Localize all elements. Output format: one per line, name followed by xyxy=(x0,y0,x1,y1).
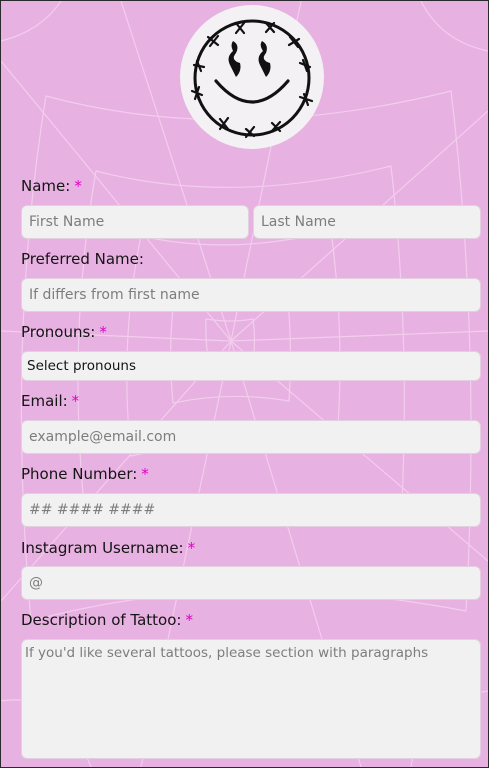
first-name-input[interactable]: First Name xyxy=(21,205,249,239)
required-marker: * xyxy=(74,177,82,195)
phone-input[interactable]: ## #### #### xyxy=(21,493,481,527)
description-label: Description of Tattoo: * xyxy=(21,611,193,629)
description-textarea[interactable]: If you'd like several tattoos, please se… xyxy=(21,639,481,759)
required-marker: * xyxy=(185,611,193,629)
logo xyxy=(180,5,324,149)
name-label: Name: * xyxy=(21,177,82,195)
preferred-name-input[interactable]: If differs from first name xyxy=(21,278,481,312)
phone-label: Phone Number: * xyxy=(21,465,149,483)
preferred-name-label: Preferred Name: xyxy=(21,250,144,268)
pronouns-label: Pronouns: * xyxy=(21,323,107,341)
required-marker: * xyxy=(141,465,149,483)
instagram-label: Instagram Username: * xyxy=(21,539,196,557)
booking-form-page: Name: * First Name Last Name Preferred Na… xyxy=(0,0,489,768)
last-name-input[interactable]: Last Name xyxy=(253,205,481,239)
email-input[interactable]: example@email.com xyxy=(21,420,481,454)
email-label: Email: * xyxy=(21,392,80,410)
required-marker: * xyxy=(187,539,196,557)
smiley-barbed-wire-icon xyxy=(190,19,314,139)
instagram-input[interactable]: @ xyxy=(21,566,481,600)
required-marker: * xyxy=(71,392,80,410)
pronouns-select[interactable]: Select pronouns xyxy=(21,351,481,381)
required-marker: * xyxy=(99,323,107,341)
